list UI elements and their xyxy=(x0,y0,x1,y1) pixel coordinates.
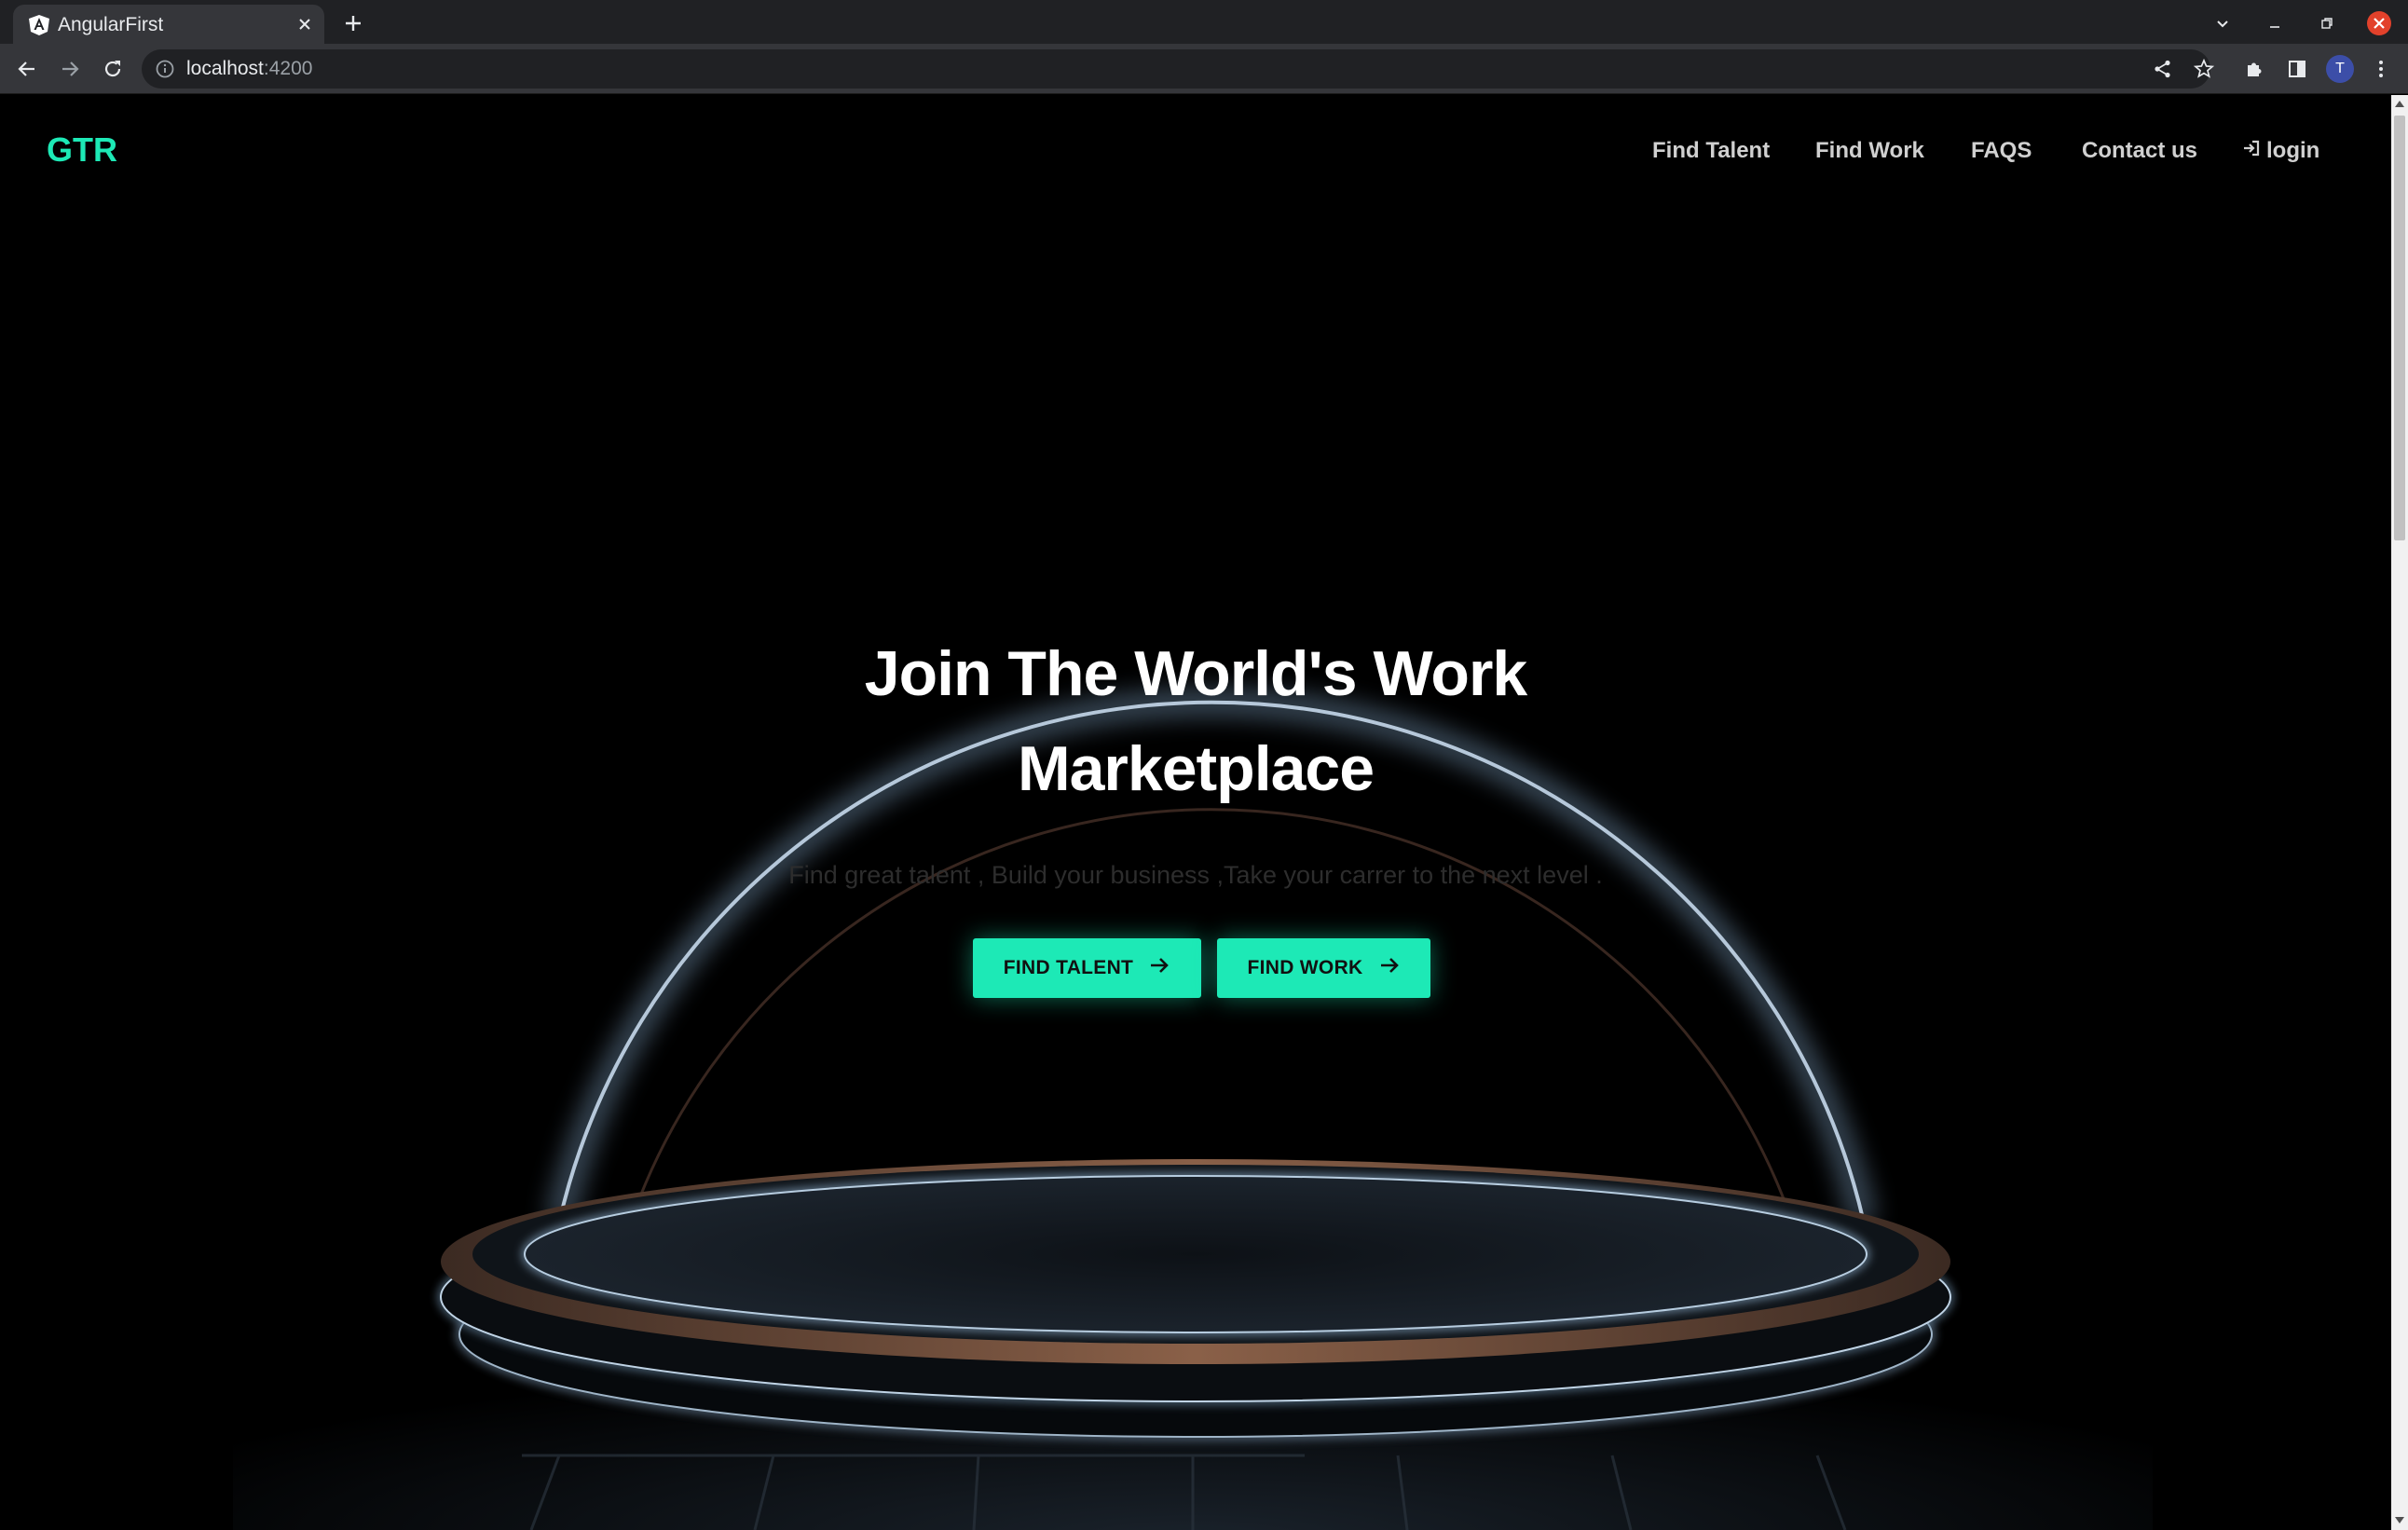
site-info-icon[interactable] xyxy=(155,59,175,79)
browser-tab-strip: AngularFirst xyxy=(0,0,2408,44)
find-work-button[interactable]: FIND WORK xyxy=(1217,938,1430,998)
sign-in-icon xyxy=(2242,138,2261,164)
nav-contact-us[interactable]: Contact us xyxy=(2082,138,2197,164)
share-icon[interactable] xyxy=(2149,55,2177,83)
angular-icon xyxy=(28,14,50,36)
minimize-icon[interactable] xyxy=(2259,7,2291,39)
reload-icon[interactable] xyxy=(99,55,127,83)
side-panel-icon[interactable] xyxy=(2283,55,2311,83)
hero-title: Join The World's Work Marketplace xyxy=(730,626,1662,816)
arrow-right-icon xyxy=(1378,954,1401,982)
page-scrollbar[interactable] xyxy=(2391,95,2408,1530)
forward-arrow-icon[interactable] xyxy=(56,55,84,83)
browser-toolbar: localhost:4200 T xyxy=(0,44,2408,94)
nav-find-work[interactable]: Find Work xyxy=(1815,138,1924,164)
find-talent-button-label: FIND TALENT xyxy=(1003,957,1134,978)
hero-title-line-1: Join The World's Work xyxy=(864,638,1528,709)
browser-tab[interactable]: AngularFirst xyxy=(13,5,324,44)
url-text: localhost:4200 xyxy=(186,58,313,79)
scroll-down-arrow-icon[interactable] xyxy=(2395,1517,2404,1523)
hero-subtitle: Find great talent , Build your business … xyxy=(788,861,1603,889)
tab-title: AngularFirst xyxy=(58,14,164,35)
find-work-button-label: FIND WORK xyxy=(1247,957,1363,978)
profile-avatar[interactable]: T xyxy=(2326,55,2354,83)
tab-search-chevron-icon[interactable] xyxy=(2207,7,2238,39)
nav-login[interactable]: login xyxy=(2242,138,2319,164)
scroll-up-arrow-icon[interactable] xyxy=(2395,101,2404,107)
page-viewport: GTR Find Talent Find Work FAQS Contact u… xyxy=(0,95,2391,1530)
restore-icon[interactable] xyxy=(2311,7,2343,39)
back-arrow-icon[interactable] xyxy=(13,55,41,83)
tab-close-icon[interactable] xyxy=(293,12,317,36)
site-logo[interactable]: GTR xyxy=(47,130,117,170)
new-tab-plus-icon[interactable] xyxy=(339,9,367,37)
close-window-icon[interactable] xyxy=(2363,7,2395,39)
nav-login-label: login xyxy=(2266,138,2320,163)
scrollbar-thumb[interactable] xyxy=(2394,116,2405,540)
arrow-right-icon xyxy=(1148,954,1170,982)
extensions-puzzle-icon[interactable] xyxy=(2240,55,2268,83)
hero-title-line-2: Marketplace xyxy=(1017,733,1375,804)
nav-faqs[interactable]: FAQS xyxy=(1971,138,2032,164)
bookmark-star-icon[interactable] xyxy=(2190,55,2218,83)
more-vert-icon[interactable] xyxy=(2367,55,2395,83)
find-talent-button[interactable]: FIND TALENT xyxy=(973,938,1201,998)
address-bar[interactable]: localhost:4200 xyxy=(142,49,2210,89)
nav-find-talent[interactable]: Find Talent xyxy=(1652,138,1770,164)
